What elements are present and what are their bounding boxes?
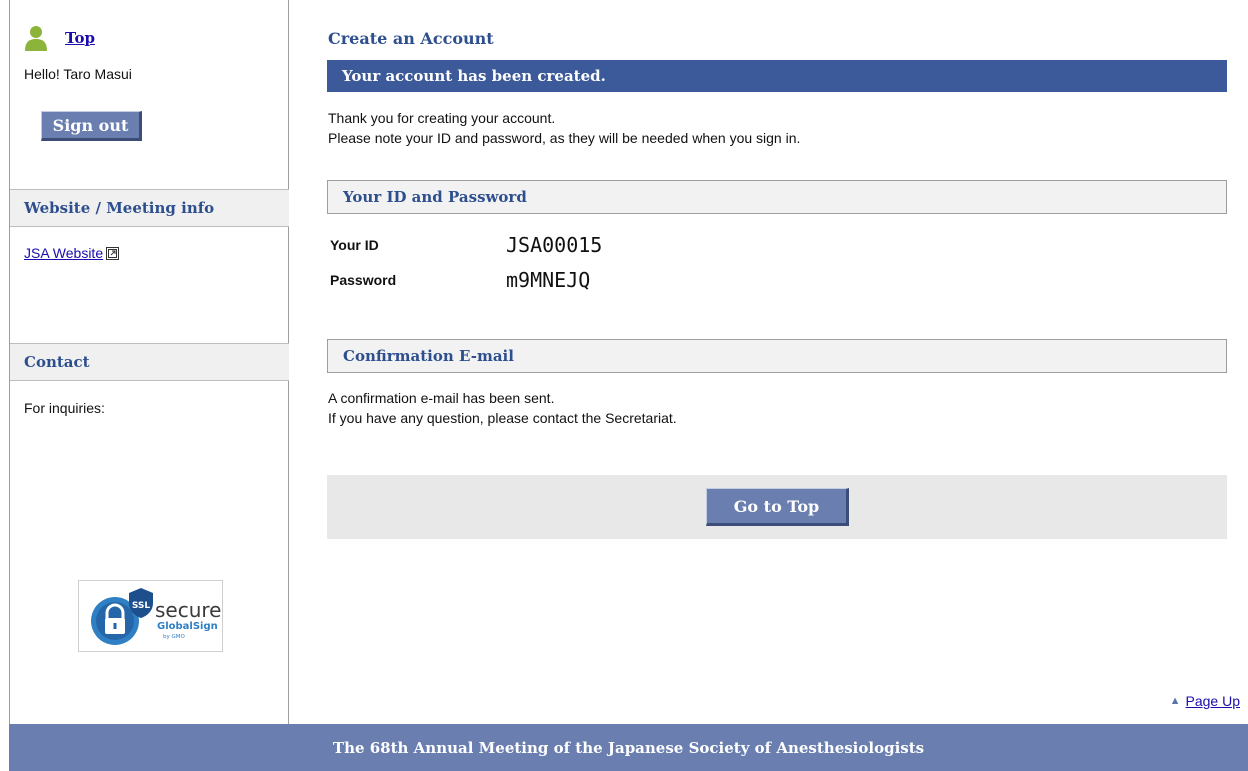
confirmation-text: A confirmation e-mail has been sent. If … xyxy=(328,388,677,428)
page-up-label: Page Up xyxy=(1185,693,1240,709)
user-row: Top xyxy=(23,24,95,52)
user-icon xyxy=(25,26,47,51)
footer: The 68th Annual Meeting of the Japanese … xyxy=(9,724,1248,771)
greeting: Hello! Taro Masui xyxy=(24,66,132,82)
confirmation-heading: Confirmation E-mail xyxy=(327,339,1227,373)
password-label: Password xyxy=(330,272,397,288)
seal-word: secure xyxy=(155,598,221,622)
go-to-top-button[interactable]: Go to Top xyxy=(706,488,849,526)
credentials-heading: Your ID and Password xyxy=(327,180,1227,214)
confirmation-line: A confirmation e-mail has been sent. xyxy=(328,390,555,406)
contact-heading: Contact xyxy=(10,343,289,381)
thank-you-text: Thank you for creating your account. Ple… xyxy=(328,108,800,148)
jsa-website-label: JSA Website xyxy=(24,245,104,261)
seal-badge: SSL xyxy=(132,601,151,611)
success-banner: Your account has been created. xyxy=(327,60,1227,92)
sidebar: Top Hello! Taro Masui Sign out Website /… xyxy=(9,0,289,724)
triangle-up-icon: ▲ xyxy=(1169,695,1181,707)
action-bar: Go to Top xyxy=(327,475,1227,539)
thank-you-line: Thank you for creating your account. xyxy=(328,110,556,126)
page-up-link[interactable]: ▲ Page Up xyxy=(1170,693,1240,709)
footer-text: The 68th Annual Meeting of the Japanese … xyxy=(332,738,925,757)
contact-text: For inquiries: xyxy=(24,400,105,416)
ssl-seal[interactable]: SSL secure GlobalSign by GMO xyxy=(78,580,223,652)
id-label: Your ID xyxy=(330,237,379,253)
thank-you-line: Please note your ID and password, as the… xyxy=(328,130,801,146)
external-link-icon xyxy=(106,246,120,260)
page-title: Create an Account xyxy=(328,29,494,48)
website-info-heading: Website / Meeting info xyxy=(10,189,289,227)
seal-brand: GlobalSign xyxy=(157,621,218,632)
ssl-seal-graphic: SSL secure GlobalSign by GMO xyxy=(91,588,221,645)
top-link[interactable]: Top xyxy=(65,29,95,47)
seal-by: by GMO xyxy=(163,634,186,640)
sign-out-button[interactable]: Sign out xyxy=(41,111,142,141)
confirmation-line: If you have any question, please contact… xyxy=(328,410,677,426)
jsa-website-link[interactable]: JSA Website xyxy=(24,245,120,261)
id-value: JSA00015 xyxy=(506,233,603,257)
password-value: m9MNEJQ xyxy=(506,268,591,292)
